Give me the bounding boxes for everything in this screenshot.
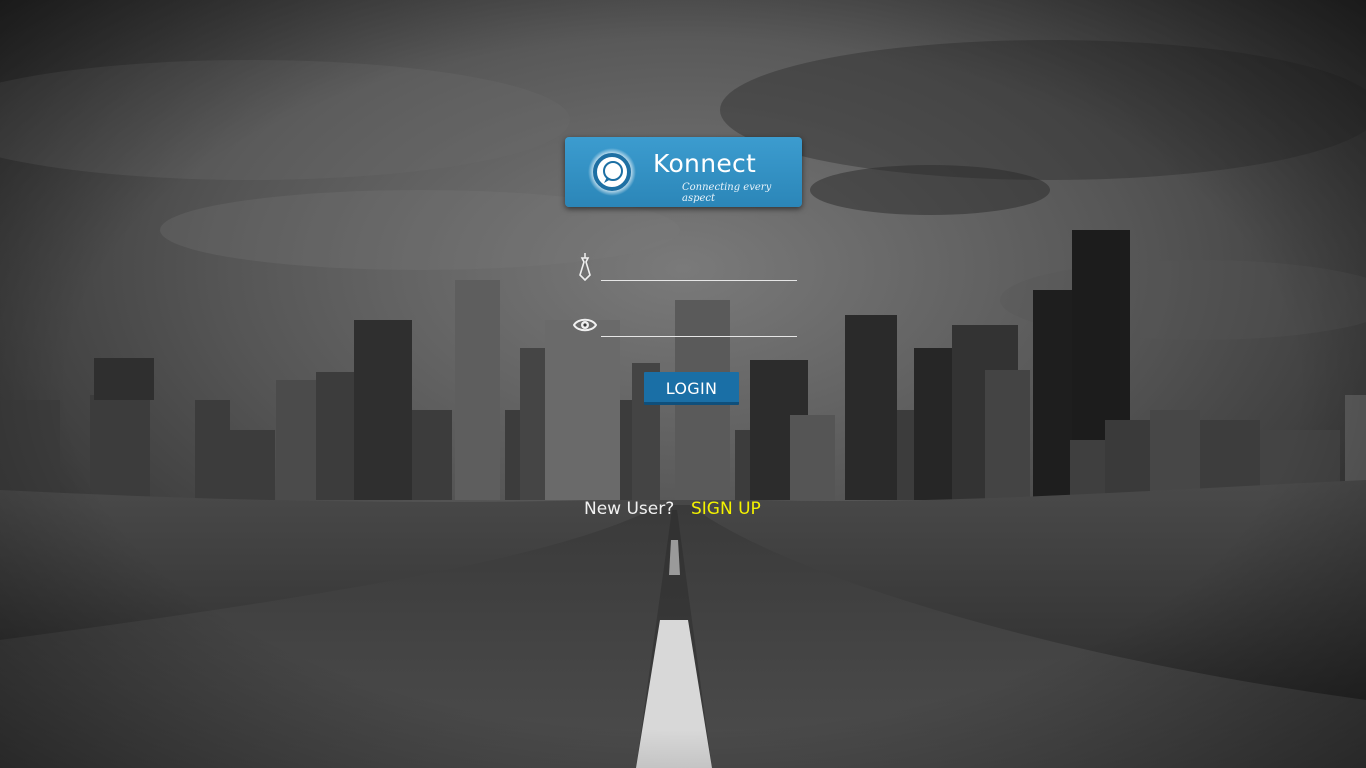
new-user-label: New User? — [584, 499, 675, 519]
brand-logo-card: Konnect Connecting every aspect — [565, 137, 802, 207]
eye-icon — [573, 318, 597, 332]
password-underline — [601, 336, 797, 337]
brand-name: Konnect — [653, 149, 757, 178]
password-field[interactable] — [601, 313, 805, 335]
chat-bubble-logo-icon — [588, 148, 636, 196]
username-field[interactable] — [601, 258, 805, 280]
login-button[interactable]: LOGIN — [644, 372, 739, 405]
username-underline — [601, 280, 797, 281]
brand-tagline: Connecting every aspect — [682, 182, 772, 204]
tie-user-icon — [579, 253, 591, 281]
signup-link[interactable]: SIGN UP — [691, 499, 761, 519]
